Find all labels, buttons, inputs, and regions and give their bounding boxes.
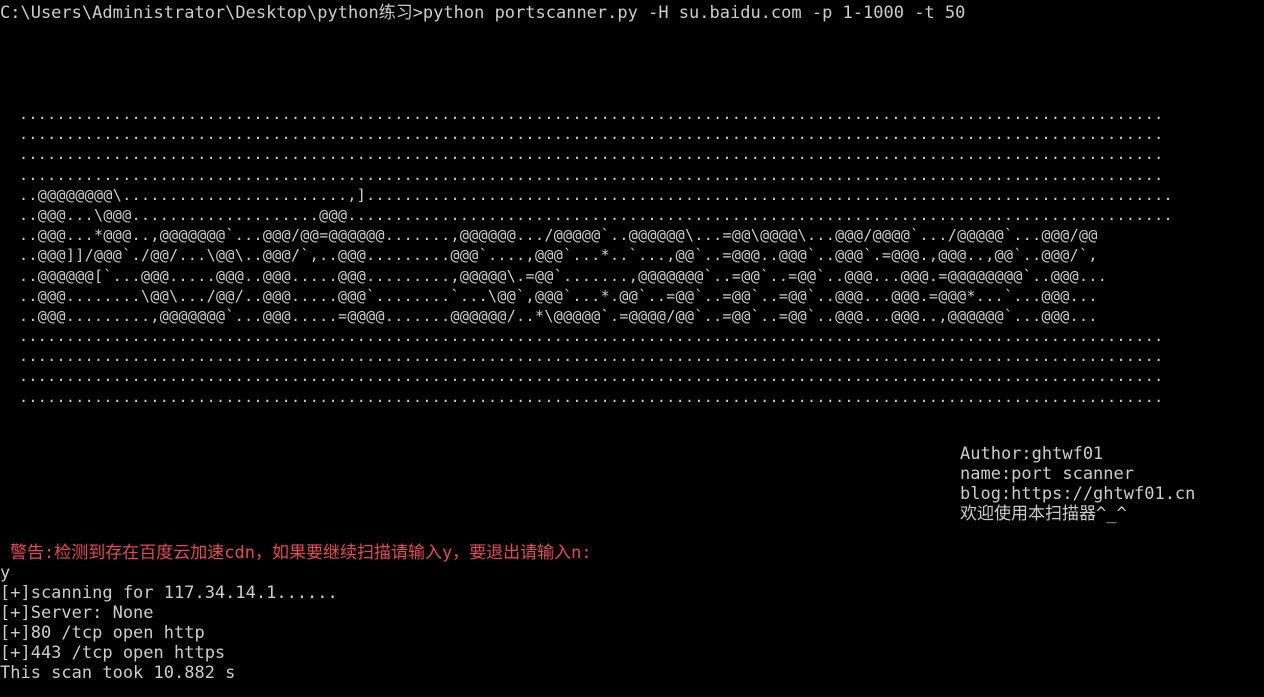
banner-line: ........................................… (19, 367, 1164, 386)
output-line-port-443: [+]443 /tcp open https (0, 643, 226, 663)
banner-line: ........................................… (19, 105, 1164, 123)
banner-line: ........................................… (19, 327, 1164, 346)
output-line-scanning: [+]scanning for 117.34.14.1...... (0, 583, 338, 603)
terminal-window[interactable]: C:\Users\Administrator\Desktop\python练习>… (0, 0, 1264, 697)
banner-line: ........................................… (19, 387, 1164, 406)
output-line-port-80: [+]80 /tcp open http (0, 623, 205, 643)
output-line-scan-time: This scan took 10.882 s (0, 663, 236, 683)
banner-line: ..@@@@@@@@\........................,]...… (19, 185, 1173, 204)
blog-line: blog:https://ghtwf01.cn (960, 484, 1196, 504)
welcome-line: 欢迎使用本扫描器^_^ (960, 504, 1127, 524)
cdn-warning-prompt: 警告:检测到存在百度云加速cdn，如果要继续扫描请输入y，要退出请输入n: (10, 543, 592, 563)
banner-line: ..@@@.........,@@@@@@@`...@@@.....=@@@@.… (19, 306, 1098, 325)
author-info-block: Author:ghtwf01 name:port scanner blog:ht… (960, 444, 1195, 524)
ascii-art-banner: ........................................… (19, 104, 1179, 407)
banner-line: ..@@@]]/@@@`./@@/...\@@\..@@@/`,..@@@...… (19, 246, 1098, 265)
banner-line: ..@@@...*@@@..,@@@@@@@`...@@@/@@=@@@@@@.… (19, 226, 1098, 245)
banner-line: ........................................… (19, 165, 1164, 184)
command-prompt-line: C:\Users\Administrator\Desktop\python练习>… (0, 3, 966, 23)
output-line-server: [+]Server: None (0, 603, 154, 623)
banner-line: ..@@@@@@[`...@@@.....@@@..@@@.....@@@...… (19, 266, 1108, 285)
banner-line: ........................................… (19, 145, 1164, 164)
banner-line: ..@@@...\@@@....................@@@.....… (19, 205, 1173, 224)
banner-line: ..@@@........\@@\.../@@/..@@@.....@@@`..… (19, 286, 1098, 305)
banner-line: ........................................… (19, 347, 1164, 366)
tool-name-line: name:port scanner (960, 464, 1134, 484)
banner-line: ........................................… (19, 125, 1164, 144)
user-input-answer: y (0, 563, 11, 583)
author-line: Author:ghtwf01 (960, 444, 1104, 464)
